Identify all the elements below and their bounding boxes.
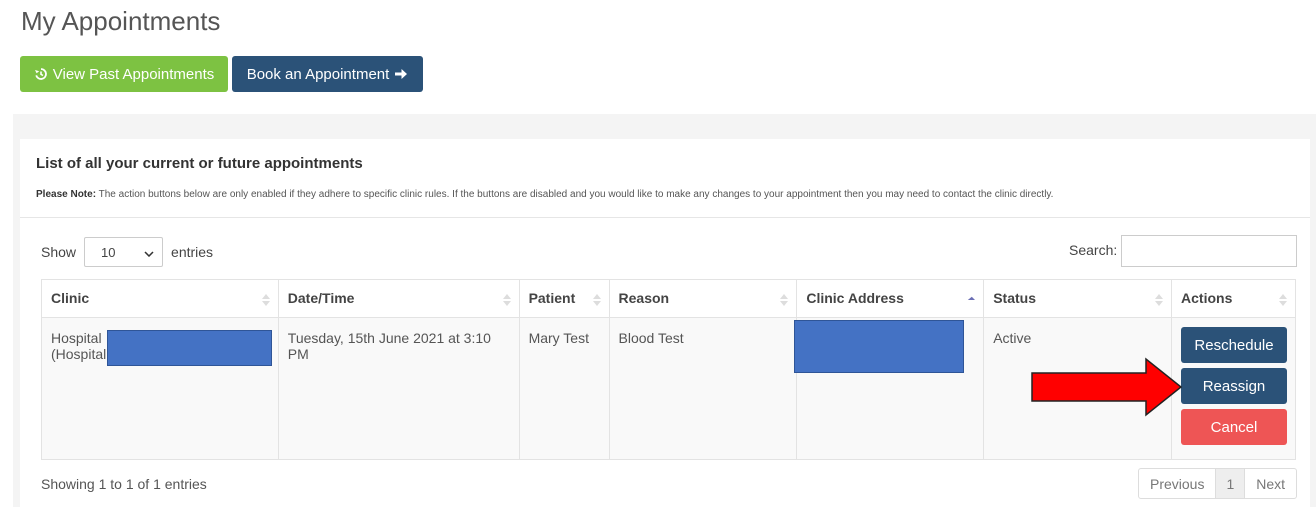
column-header-clinic[interactable]: Clinic — [41, 279, 279, 318]
column-header-clinic-address[interactable]: Clinic Address — [796, 279, 985, 318]
history-icon — [34, 67, 48, 81]
entries-length-control: Show 10 entries — [41, 237, 213, 267]
column-header-patient[interactable]: Patient — [518, 279, 610, 318]
view-past-appointments-button[interactable]: View Past Appointments — [20, 56, 228, 92]
cell-reason: Blood Test — [608, 317, 798, 460]
cancel-button[interactable]: Cancel — [1181, 409, 1287, 445]
reschedule-button[interactable]: Reschedule — [1181, 327, 1287, 363]
table-info: Showing 1 to 1 of 1 entries — [41, 476, 207, 492]
search-label: Search: — [1069, 242, 1118, 258]
book-appointment-label: Book an Appointment — [246, 65, 390, 83]
sort-icon — [1279, 294, 1287, 306]
sort-icon — [780, 294, 789, 306]
search-input[interactable] — [1121, 235, 1297, 267]
page-title: My Appointments — [21, 6, 221, 36]
chevron-down-icon — [144, 245, 154, 260]
table-header-row: Clinic Date/Time Patient Reason Clinic A… — [41, 279, 1296, 318]
redaction-box-clinic — [107, 330, 272, 366]
arrow-right-icon — [394, 67, 408, 81]
red-arrow-annotation-icon — [1031, 357, 1183, 417]
pagination: Previous 1 Next — [1138, 468, 1298, 499]
panel-divider — [20, 217, 1310, 218]
entries-select-value: 10 — [101, 244, 116, 260]
book-appointment-button[interactable]: Book an Appointment — [232, 56, 423, 92]
redaction-box-address — [794, 320, 964, 373]
panel-note: Please Note: The action buttons below ar… — [36, 189, 1053, 200]
note-text: The action buttons below are only enable… — [96, 189, 1054, 200]
view-past-appointments-label: View Past Appointments — [52, 65, 215, 83]
note-label: Please Note: — [36, 189, 97, 200]
cell-patient: Mary Test — [518, 317, 610, 460]
sort-icon — [592, 294, 601, 306]
panel-heading: List of all your current or future appoi… — [36, 155, 363, 172]
reassign-button[interactable]: Reassign — [1181, 368, 1287, 404]
sort-icon — [261, 294, 270, 306]
sort-icon — [1155, 294, 1164, 306]
entries-select[interactable]: 10 — [84, 237, 164, 267]
pagination-page-1[interactable]: 1 — [1215, 469, 1246, 498]
column-header-reason[interactable]: Reason — [608, 279, 798, 318]
show-label: Show — [41, 244, 77, 260]
pagination-next[interactable]: Next — [1245, 469, 1296, 498]
column-header-status[interactable]: Status — [983, 279, 1173, 318]
column-header-datetime[interactable]: Date/Time — [277, 279, 520, 318]
sort-ascending-icon — [967, 296, 976, 300]
entries-label: entries — [171, 244, 214, 260]
pagination-previous[interactable]: Previous — [1139, 469, 1215, 498]
sort-icon — [502, 294, 511, 306]
column-header-actions[interactable]: Actions — [1171, 279, 1296, 318]
cell-datetime: Tuesday, 15th June 2021 at 3:10 PM — [277, 317, 520, 460]
